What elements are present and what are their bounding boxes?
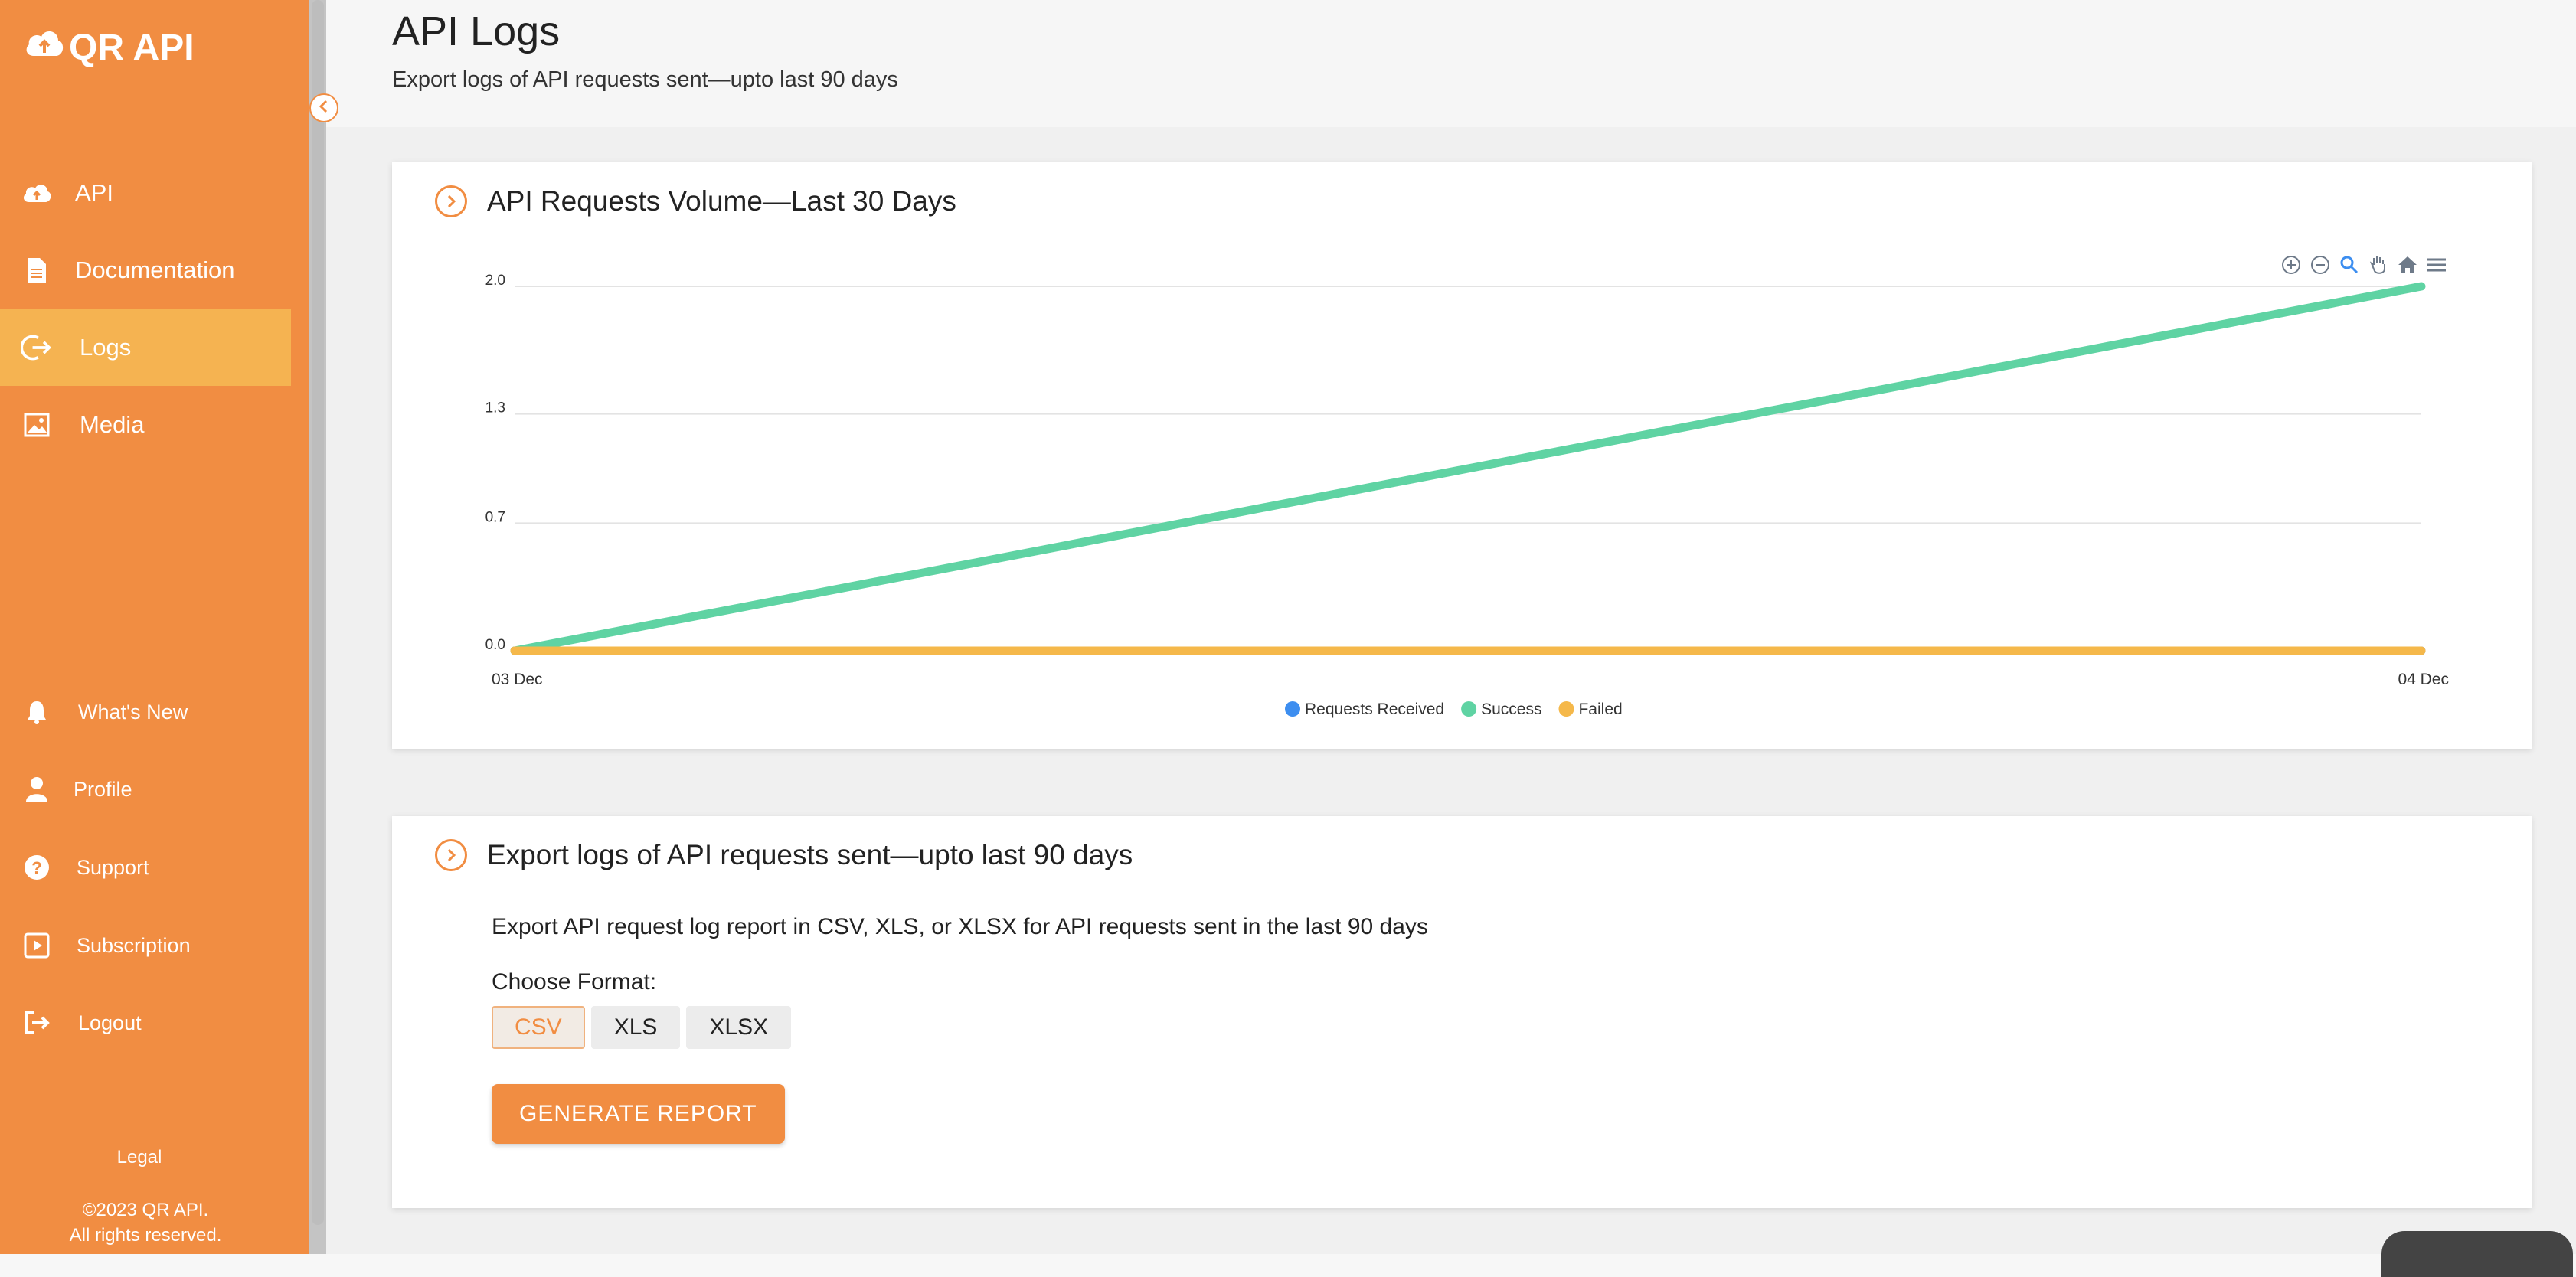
sidebar-item-label: Logout bbox=[78, 1011, 142, 1034]
question-circle-icon: ? bbox=[21, 852, 52, 883]
copyright-line: All rights reserved. bbox=[69, 1225, 222, 1246]
data-point bbox=[2420, 285, 2423, 288]
sidebar-item-support[interactable]: ? Support bbox=[0, 829, 291, 906]
sidebar-item-label: Documentation bbox=[75, 256, 235, 283]
document-icon bbox=[21, 255, 52, 286]
y-tick-label: 0.0 bbox=[485, 637, 505, 653]
chat-widget-button[interactable] bbox=[2381, 1231, 2573, 1277]
user-icon bbox=[21, 774, 52, 805]
sidebar-item-logs[interactable]: Logs bbox=[0, 309, 291, 386]
y-tick-label: 2.0 bbox=[485, 273, 505, 289]
page-header: API Logs Export logs of API requests sen… bbox=[326, 0, 2576, 127]
sidebar-item-label: Logs bbox=[80, 334, 132, 361]
scrollbar-thumb[interactable] bbox=[312, 0, 324, 1225]
sidebar: QR API API Documentation Logs Media What… bbox=[0, 0, 309, 1254]
choose-format-label: Choose Format: bbox=[492, 969, 657, 994]
x-tick-label: 03 Dec bbox=[492, 671, 543, 688]
format-csv-button[interactable]: CSV bbox=[492, 1006, 585, 1049]
format-xlsx-button[interactable]: XLSX bbox=[686, 1006, 792, 1049]
chevron-left-icon bbox=[318, 98, 330, 118]
sidebar-item-whats-new[interactable]: What's New bbox=[0, 674, 291, 750]
sidebar-item-label: Media bbox=[80, 411, 145, 438]
x-tick-label: 04 Dec bbox=[2398, 671, 2449, 688]
y-tick-label: 0.7 bbox=[485, 509, 505, 525]
sidebar-item-label: What's New bbox=[78, 700, 188, 723]
card-header[interactable]: Export logs of API requests sent—upto la… bbox=[435, 839, 1133, 871]
image-icon bbox=[21, 410, 52, 440]
export-description: Export API request log report in CSV, XL… bbox=[492, 914, 1428, 939]
page-title: API Logs bbox=[392, 8, 561, 54]
sidebar-item-label: API bbox=[75, 179, 113, 206]
sidebar-item-media[interactable]: Media bbox=[0, 387, 291, 463]
data-point bbox=[513, 649, 516, 652]
app-logo[interactable]: QR API bbox=[23, 23, 195, 72]
data-point bbox=[2420, 649, 2423, 652]
y-tick-label: 1.3 bbox=[485, 400, 505, 416]
card-title: Export logs of API requests sent—upto la… bbox=[487, 839, 1133, 870]
sidebar-item-label: Profile bbox=[74, 777, 132, 801]
cloud-upload-icon bbox=[21, 178, 52, 208]
logo-text: QR API bbox=[69, 27, 195, 68]
page-subtitle: Export logs of API requests sent—upto la… bbox=[392, 67, 898, 92]
sidebar-item-documentation[interactable]: Documentation bbox=[0, 232, 291, 309]
bell-icon bbox=[21, 697, 52, 727]
copyright-line: ©2023 QR API. bbox=[82, 1200, 209, 1220]
play-square-icon bbox=[21, 930, 52, 961]
format-button-group: CSV XLS XLSX bbox=[492, 1006, 792, 1049]
requests-volume-card: API Requests Volume—Last 30 Days 0.0 0.7 1… bbox=[392, 162, 2532, 749]
series-line-success bbox=[510, 282, 2426, 655]
generate-report-button[interactable]: GENERATE REPORT bbox=[492, 1084, 785, 1144]
cloud-logo-icon bbox=[23, 25, 66, 70]
sidebar-item-api[interactable]: API bbox=[0, 155, 291, 231]
format-xls-button[interactable]: XLS bbox=[590, 1006, 681, 1049]
legend-label: Requests Received bbox=[1305, 701, 1444, 718]
sidebar-item-label: Support bbox=[77, 855, 149, 879]
legend-marker bbox=[1461, 701, 1477, 717]
sign-out-arrow-icon bbox=[21, 332, 52, 363]
sidebar-item-label: Subscription bbox=[77, 933, 191, 957]
sidebar-scrollbar[interactable] bbox=[309, 0, 326, 1254]
legal-link[interactable]: Legal bbox=[0, 1147, 279, 1168]
legend-marker bbox=[1285, 701, 1300, 717]
legend-label: Success bbox=[1481, 701, 1541, 718]
svg-text:?: ? bbox=[31, 858, 41, 877]
copyright: ©2023 QR API. All rights reserved. bbox=[0, 1197, 291, 1248]
export-logs-card: Export logs of API requests sent—upto la… bbox=[392, 816, 2532, 1208]
legend-marker bbox=[1558, 701, 1574, 717]
legend-label: Failed bbox=[1578, 701, 1622, 718]
logout-icon bbox=[21, 1008, 52, 1038]
collapse-sidebar-button[interactable] bbox=[309, 93, 338, 122]
sidebar-item-profile[interactable]: Profile bbox=[0, 751, 291, 828]
chevron-right-icon[interactable] bbox=[435, 839, 467, 871]
sidebar-item-subscription[interactable]: Subscription bbox=[0, 907, 291, 984]
sidebar-item-logout[interactable]: Logout bbox=[0, 985, 291, 1061]
requests-line-chart: 0.0 0.7 1.3 2.0 03 Dec 04 Dec Requests Receive… bbox=[485, 273, 2449, 718]
